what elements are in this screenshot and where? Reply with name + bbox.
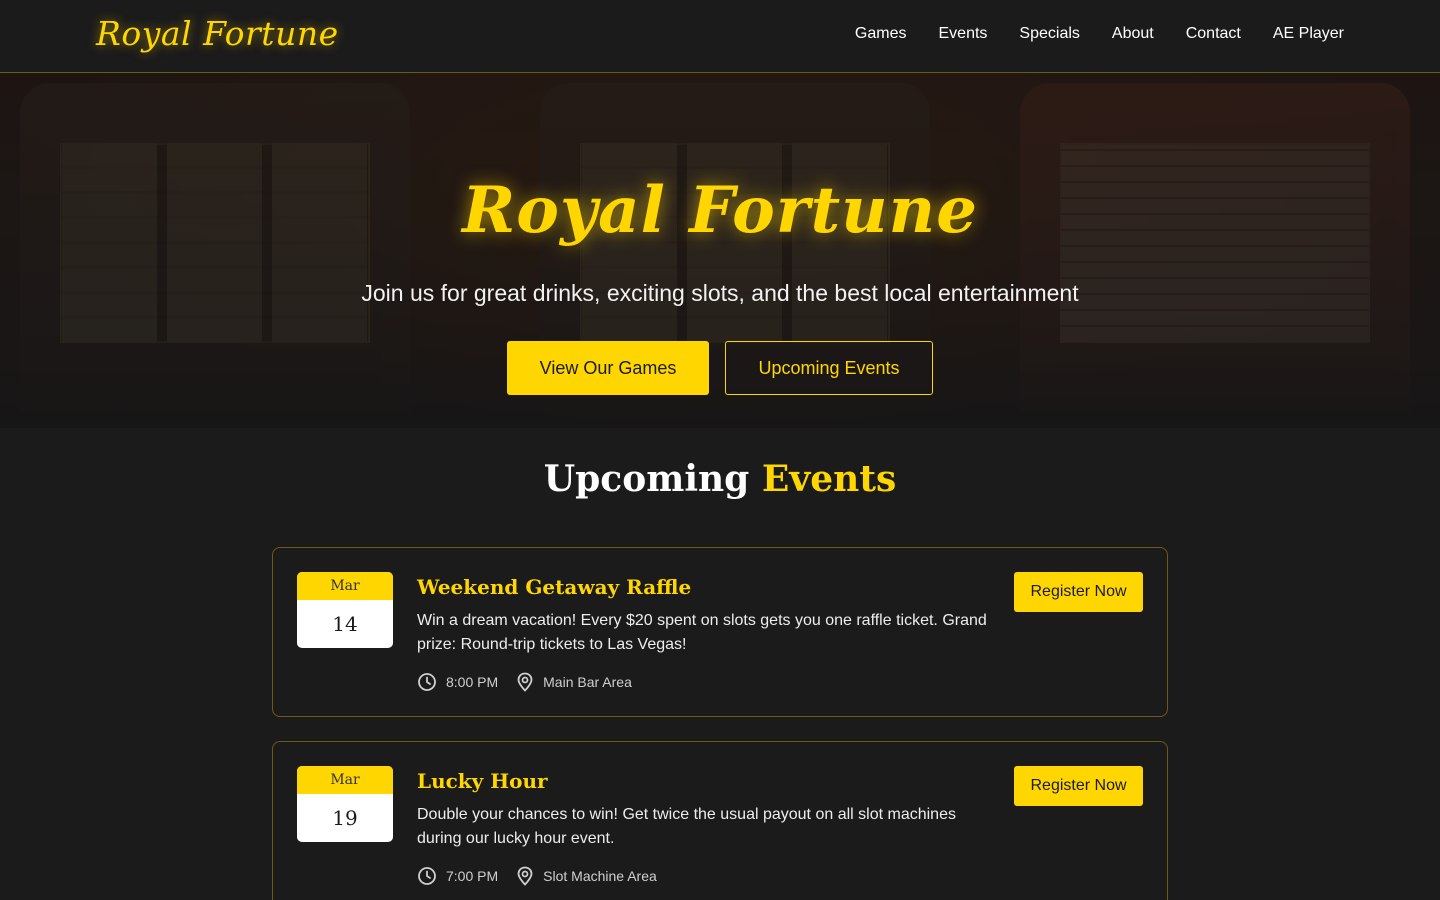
nav-link-about[interactable]: About [1112, 25, 1154, 43]
hero-section: Royal Fortune Join us for great drinks, … [0, 73, 1440, 428]
event-card: Mar 14 Weekend Getaway Raffle Win a drea… [272, 547, 1168, 717]
site-header: Royal Fortune Games Events Specials Abou… [0, 0, 1440, 73]
event-meta: 8:00 PM Main Bar Area [417, 672, 650, 692]
upcoming-events-button[interactable]: Upcoming Events [725, 341, 933, 395]
event-meta: 7:00 PM Slot Machine Area [417, 866, 675, 886]
view-games-button[interactable]: View Our Games [507, 341, 709, 395]
event-month: Mar [297, 766, 393, 794]
event-day: 14 [332, 612, 358, 636]
event-location-text: Main Bar Area [543, 674, 632, 690]
event-day: 19 [332, 806, 358, 830]
hero-title: Royal Fortune [462, 173, 978, 248]
event-location: Main Bar Area [516, 672, 632, 692]
nav-link-contact[interactable]: Contact [1186, 25, 1241, 43]
hero-subtitle: Join us for great drinks, exciting slots… [361, 280, 1079, 306]
event-time-text: 7:00 PM [446, 868, 499, 884]
hero-overlay [0, 73, 1440, 428]
event-title: Lucky Hour [417, 769, 548, 793]
event-date-badge: Mar 14 [297, 572, 393, 648]
event-description: Win a dream vacation! Every $20 spent on… [417, 612, 987, 653]
events-title-accent: Events [761, 458, 897, 500]
event-description: Double your chances to win! Get twice th… [417, 806, 956, 847]
nav-link-specials[interactable]: Specials [1019, 25, 1079, 43]
clock-icon [418, 673, 436, 691]
register-now-button[interactable]: Register Now [1014, 766, 1143, 806]
nav-link-events[interactable]: Events [939, 25, 988, 43]
event-time: 8:00 PM [417, 672, 498, 692]
event-location: Slot Machine Area [516, 866, 657, 886]
event-card: Mar 19 Lucky Hour Double your chances to… [272, 741, 1168, 900]
event-month: Mar [297, 572, 393, 600]
events-section-title: Upcoming Events [0, 458, 1440, 500]
location-pin-icon [517, 672, 533, 692]
location-pin-icon [517, 866, 533, 886]
nav-link-ae-player[interactable]: AE Player [1273, 25, 1344, 43]
events-title-main: Upcoming [543, 458, 750, 500]
main-nav: Games Events Specials About Contact AE P… [855, 25, 1344, 43]
nav-link-games[interactable]: Games [855, 25, 907, 43]
event-time-text: 8:00 PM [446, 674, 499, 690]
event-date-badge: Mar 19 [297, 766, 393, 842]
event-location-text: Slot Machine Area [543, 868, 657, 884]
register-now-button[interactable]: Register Now [1014, 572, 1143, 612]
site-logo[interactable]: Royal Fortune [96, 14, 339, 53]
clock-icon [418, 867, 436, 885]
event-time: 7:00 PM [417, 866, 498, 886]
event-title: Weekend Getaway Raffle [417, 575, 692, 599]
